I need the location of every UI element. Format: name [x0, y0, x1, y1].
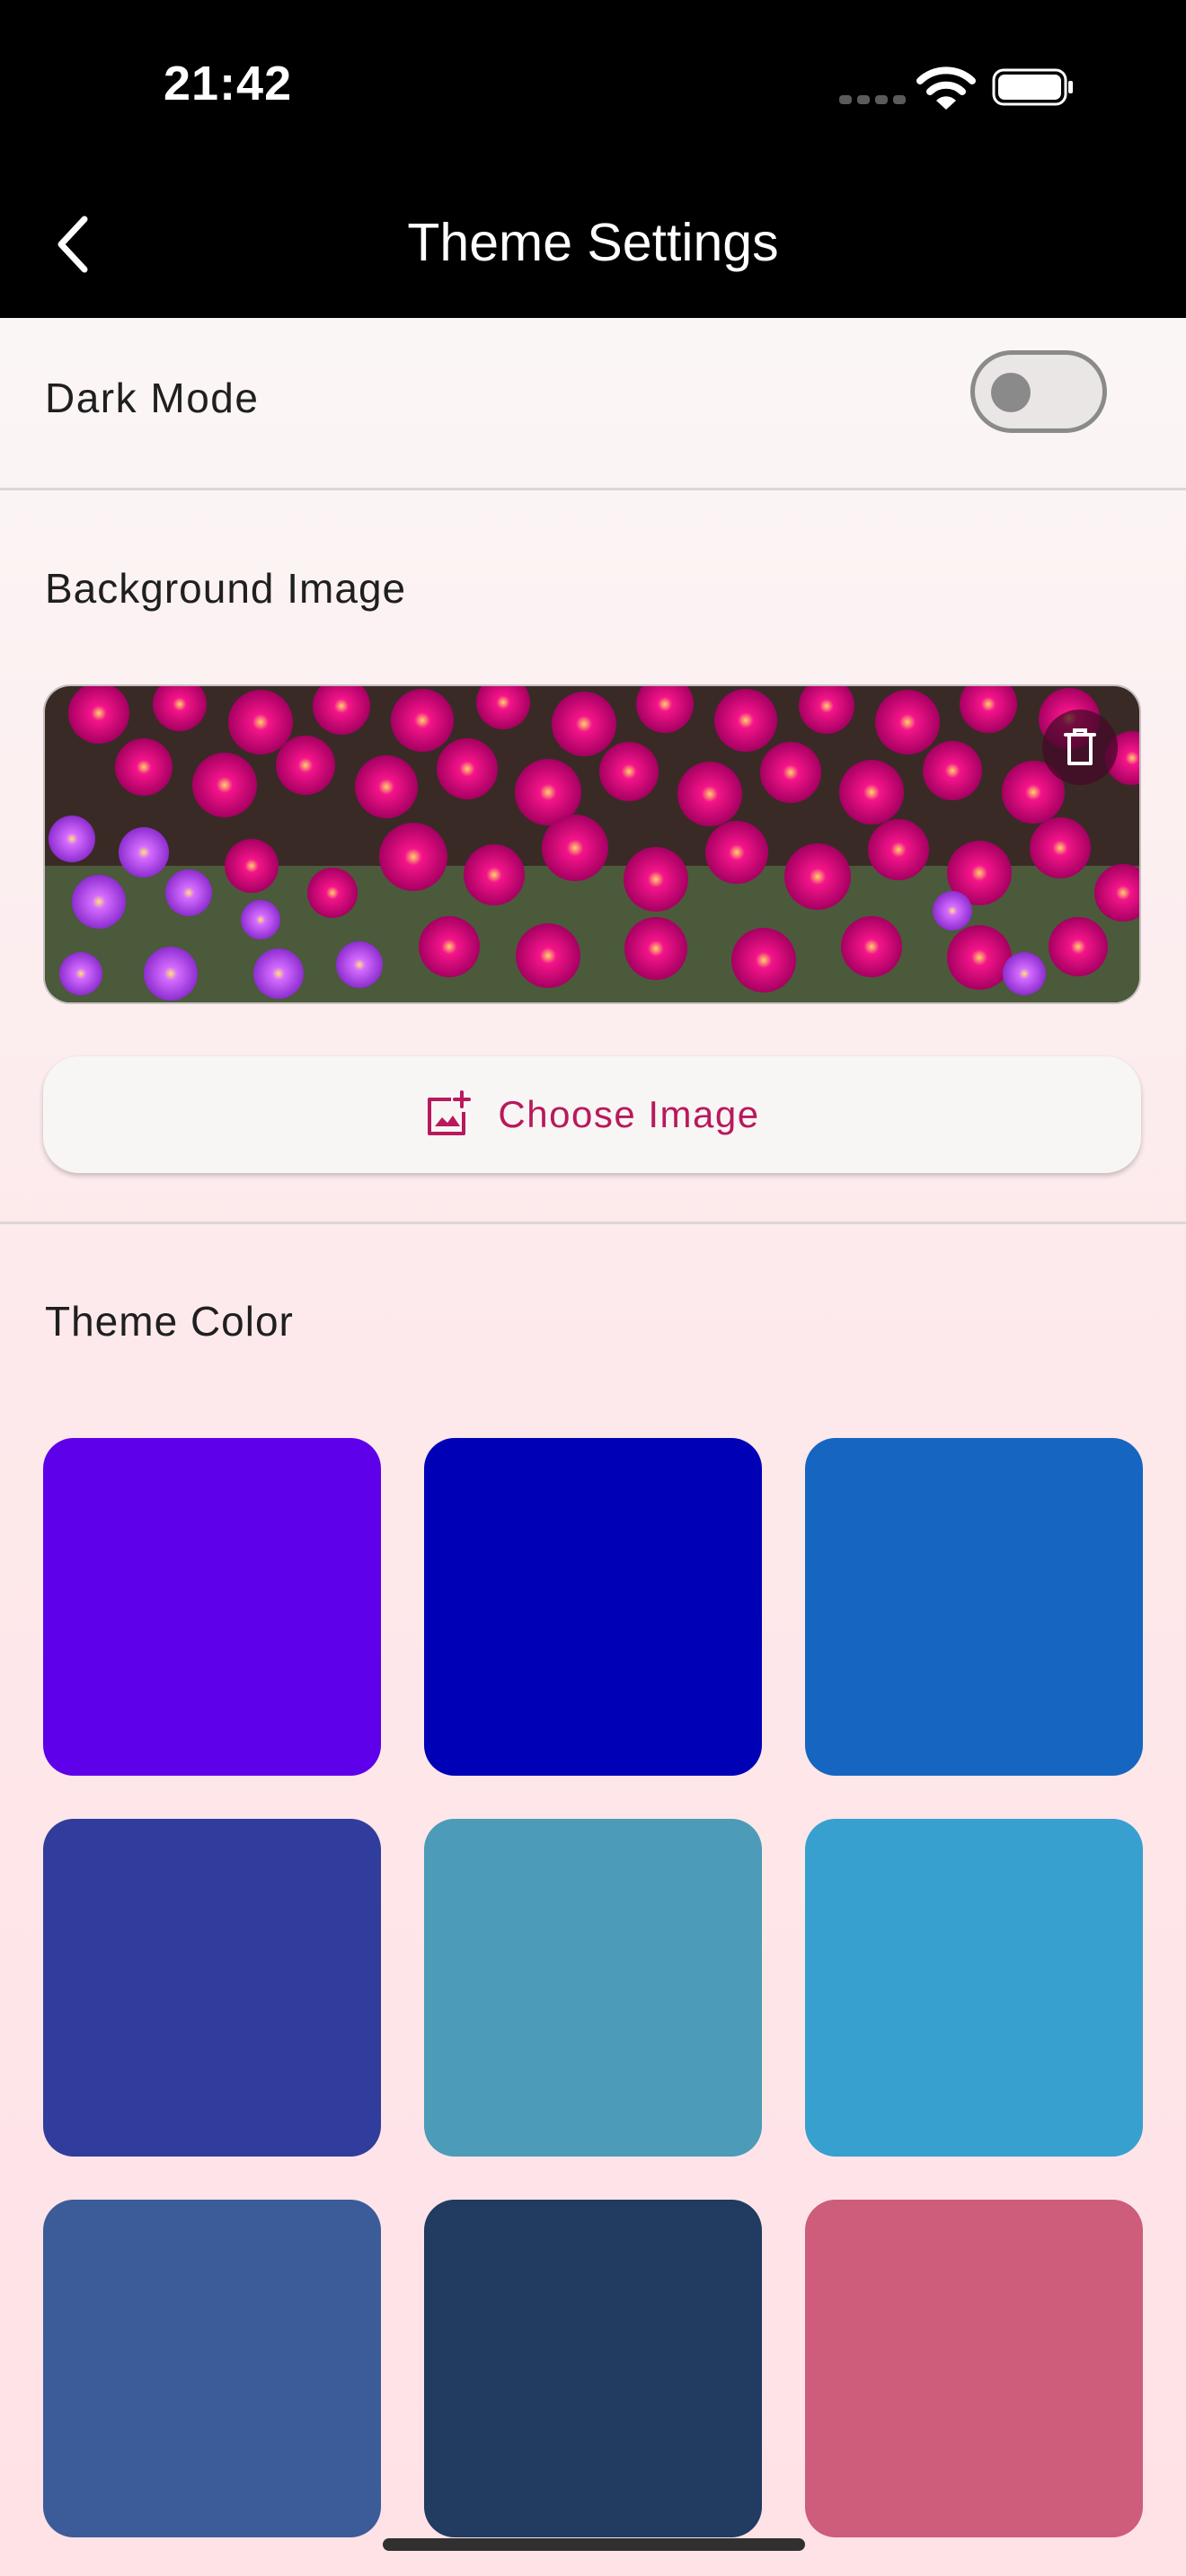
- trash-icon: [1064, 728, 1096, 765]
- color-swatch[interactable]: [424, 1438, 762, 1776]
- wifi-icon: [916, 66, 976, 110]
- theme-color-title: Theme Color: [45, 1298, 294, 1345]
- home-indicator: [383, 2538, 805, 2551]
- dark-mode-row: Dark Mode: [0, 318, 1186, 489]
- divider: [0, 488, 1186, 490]
- background-image-title: Background Image: [45, 565, 407, 612]
- color-swatch[interactable]: [805, 1819, 1143, 2157]
- color-swatch[interactable]: [43, 1438, 381, 1776]
- color-swatch[interactable]: [424, 1819, 762, 2157]
- color-swatch[interactable]: [43, 1819, 381, 2157]
- navigation-bar: Theme Settings: [0, 171, 1186, 318]
- page-title: Theme Settings: [407, 213, 779, 272]
- status-bar: 21:42: [0, 0, 1186, 171]
- status-time: 21:42: [164, 57, 293, 110]
- divider: [0, 1222, 1186, 1224]
- cellular-signal-icon: [839, 95, 906, 104]
- add-photo-icon: [428, 1090, 472, 1135]
- toggle-knob: [991, 373, 1031, 412]
- dark-mode-label: Dark Mode: [45, 375, 260, 421]
- color-swatch[interactable]: [424, 2200, 762, 2537]
- choose-image-label: Choose Image: [498, 1093, 760, 1135]
- delete-image-button[interactable]: [1042, 710, 1118, 785]
- color-swatch[interactable]: [43, 2200, 381, 2537]
- battery-icon: [992, 68, 1073, 106]
- dark-mode-toggle[interactable]: [970, 350, 1107, 433]
- color-swatch[interactable]: [805, 1438, 1143, 1776]
- choose-image-button[interactable]: Choose Image: [43, 1056, 1141, 1173]
- background-image-preview: [43, 684, 1141, 1004]
- color-swatch[interactable]: [805, 2200, 1143, 2537]
- flower-photo: [45, 686, 1139, 1002]
